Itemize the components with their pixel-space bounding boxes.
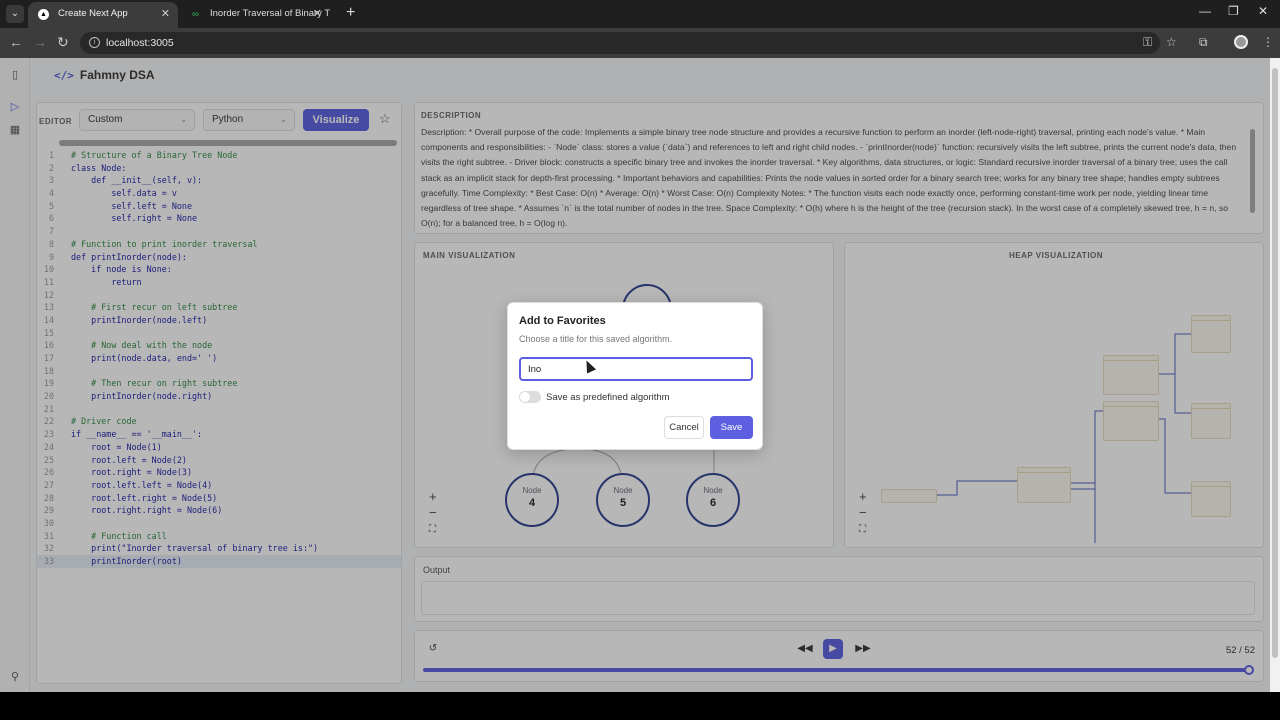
tab-title: Create Next App: [58, 8, 128, 19]
window-close-icon[interactable]: ✕: [1258, 4, 1268, 18]
extensions-icon[interactable]: ⧉: [1199, 35, 1208, 50]
forward-icon[interactable]: →: [33, 34, 47, 50]
save-button[interactable]: Save: [710, 416, 753, 439]
new-tab-icon[interactable]: +: [346, 4, 355, 22]
site-info-icon[interactable]: i: [89, 37, 100, 48]
reload-icon[interactable]: ↻: [57, 34, 69, 51]
restore-icon[interactable]: ❐: [1228, 4, 1239, 18]
minimize-icon[interactable]: —: [1199, 4, 1211, 18]
profile-avatar[interactable]: [1234, 35, 1248, 49]
browser-tab-gfg[interactable]: ∞ Inorder Traversal of Binary Tree ✕: [180, 2, 330, 28]
browser-tab-active[interactable]: ▲ Create Next App ✕: [28, 2, 178, 28]
back-icon[interactable]: ←: [9, 34, 23, 50]
add-favorite-dialog: Add to Favorites Choose a title for this…: [507, 302, 763, 450]
predefined-toggle[interactable]: [519, 391, 541, 403]
dialog-subtitle: Choose a title for this saved algorithm.: [519, 334, 673, 344]
url-field[interactable]: i localhost:3005: [80, 32, 1160, 54]
dialog-title: Add to Favorites: [519, 315, 606, 327]
close-tab-icon[interactable]: ✕: [313, 2, 322, 26]
tab-list-button[interactable]: ⌄: [6, 5, 24, 23]
gfg-icon: ∞: [191, 9, 200, 20]
favorite-title-input[interactable]: [519, 357, 753, 381]
close-tab-icon[interactable]: ✕: [161, 2, 170, 26]
nextjs-icon: ▲: [38, 9, 49, 20]
url-text: localhost:3005: [106, 37, 174, 49]
address-bar: ← → ↻ i localhost:3005 ⚿ ☆ ⧉ ⋮: [0, 28, 1280, 58]
browser-tab-bar: ⌄ ▲ Create Next App ✕ ∞ Inorder Traversa…: [0, 0, 1280, 28]
page-scrollbar[interactable]: [1270, 58, 1280, 692]
bookmark-star-icon[interactable]: ☆: [1166, 35, 1177, 49]
browser-menu-icon[interactable]: ⋮: [1262, 35, 1274, 49]
cancel-button[interactable]: Cancel: [664, 416, 704, 439]
predefined-toggle-label: Save as predefined algorithm: [546, 392, 670, 403]
password-key-icon[interactable]: ⚿: [1143, 35, 1152, 50]
